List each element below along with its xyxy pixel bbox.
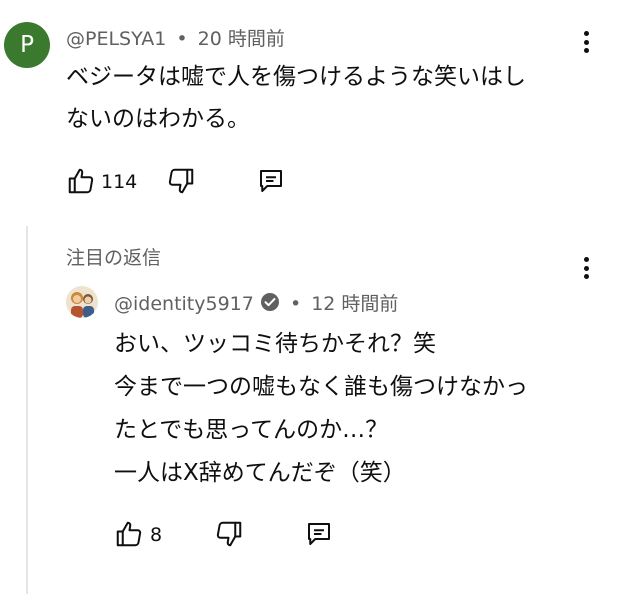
verified-check-icon	[260, 292, 280, 317]
more-vert-icon[interactable]	[574, 28, 598, 56]
comment-meta: @PELSYA1 • 20 時間前	[66, 24, 285, 51]
reply-icon[interactable]	[256, 166, 286, 196]
meta-separator: •	[176, 28, 188, 50]
comment-text-line-2: ないのはわかる。	[66, 106, 250, 132]
reply-text-line-3: たとでも思ってんのか…？	[114, 417, 389, 443]
meta-separator: •	[289, 293, 302, 315]
more-vert-icon[interactable]	[574, 254, 598, 282]
reply-icon[interactable]	[304, 519, 334, 549]
pinned-reply-label: 注目の返信	[66, 247, 162, 269]
author-name[interactable]: @identity5917	[114, 293, 254, 315]
thumbs-up-icon[interactable]	[66, 166, 96, 196]
timestamp[interactable]: 12 時間前	[311, 293, 398, 315]
reply-text-line-4: 一人はX辞めてんだぞ（笑）	[114, 460, 406, 486]
reply-text-line-1: おい、ツッコミ待ちかそれ？笑	[114, 331, 436, 357]
avatar[interactable]: P	[4, 22, 50, 68]
thumbs-up-icon[interactable]	[114, 519, 144, 549]
timestamp[interactable]: 20 時間前	[198, 28, 285, 50]
like-count: 8	[150, 524, 163, 546]
thread-line	[26, 226, 28, 594]
like-count: 114	[101, 171, 138, 193]
thumbs-down-icon[interactable]	[214, 519, 244, 549]
reply-text-line-2: 今まで一つの嘘もなく誰も傷つけなかっ	[114, 374, 528, 400]
avatar[interactable]	[66, 286, 98, 318]
reply-meta: @identity5917 • 12 時間前	[114, 289, 398, 317]
comment-text-line-1: ベジータは嘘で人を傷つけるような笑いはし	[66, 64, 526, 90]
thumbs-down-icon[interactable]	[166, 166, 196, 196]
author-name[interactable]: @PELSYA1	[66, 28, 166, 50]
